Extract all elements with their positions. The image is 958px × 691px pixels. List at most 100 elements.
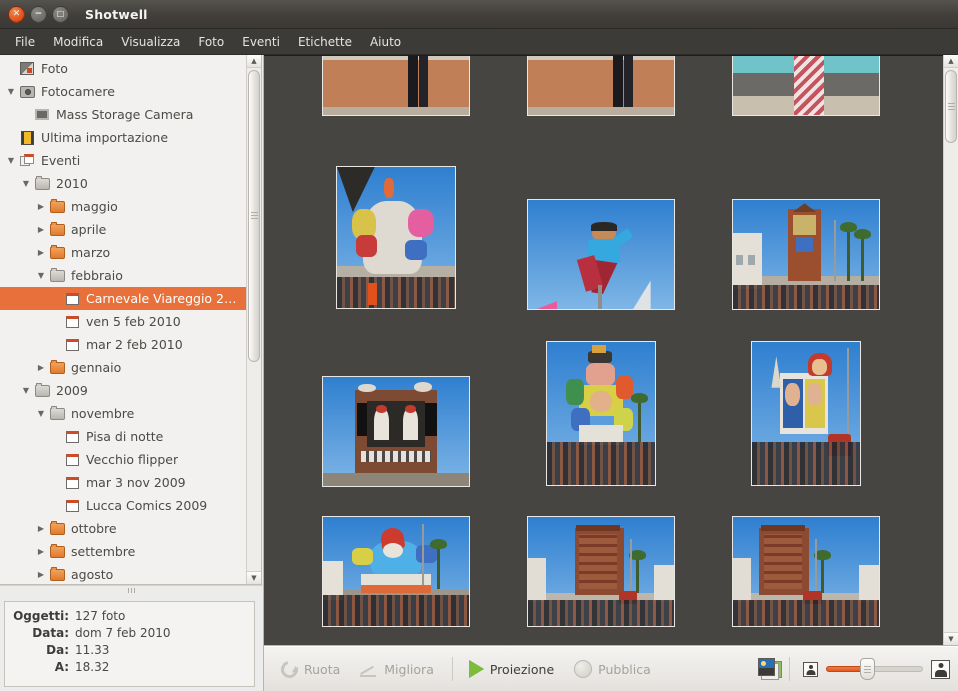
chevron-right-icon[interactable]: ▶	[34, 570, 48, 579]
rotate-icon	[278, 657, 301, 680]
photo-grid[interactable]	[264, 55, 943, 645]
sidebar-item-pisa-di-notte[interactable]: ▶Pisa di notte	[0, 425, 246, 448]
grid-scrollbar[interactable]: ▲ ▼	[943, 55, 958, 645]
chevron-down-icon[interactable]: ▼	[4, 156, 18, 165]
chevron-down-icon[interactable]: ▼	[19, 386, 33, 395]
title-bar: ✕ − □ Shotwell	[0, 0, 958, 29]
play-icon	[469, 660, 484, 678]
grid-scroll-thumb[interactable]	[945, 70, 957, 143]
menu-foto[interactable]: Foto	[189, 32, 233, 52]
thumb-row2-col2[interactable]	[751, 341, 861, 486]
sidebar-item-marzo[interactable]: ▶marzo	[0, 241, 246, 264]
sidebar-item-ven-5-feb-2010[interactable]: ▶ven 5 feb 2010	[0, 310, 246, 333]
event-icon	[63, 337, 81, 353]
scroll-up-icon[interactable]: ▲	[247, 55, 261, 68]
minimize-button[interactable]: −	[30, 6, 47, 23]
sidebar-item-2010[interactable]: ▼ 2010	[0, 172, 246, 195]
menu-etichette[interactable]: Etichette	[289, 32, 361, 52]
sidebar-item-label: Carnevale Viareggio 2010	[86, 291, 242, 306]
publish-button[interactable]: Pubblica	[565, 656, 660, 682]
sidebar-item-mar-2-feb-2010[interactable]: ▶mar 2 feb 2010	[0, 333, 246, 356]
rotate-button[interactable]: Ruota	[272, 657, 349, 682]
sidebar-item-lucca-comics-2009[interactable]: ▶Lucca Comics 2009	[0, 494, 246, 517]
scroll-down-icon[interactable]: ▼	[944, 632, 958, 645]
sidebar-item-mass-storage-camera[interactable]: ▶Mass Storage Camera	[0, 103, 246, 126]
folder-icon	[48, 567, 66, 583]
sidebar-item-maggio[interactable]: ▶maggio	[0, 195, 246, 218]
sidebar-item-eventi[interactable]: ▼Eventi	[0, 149, 246, 172]
chevron-down-icon[interactable]: ▼	[19, 179, 33, 188]
scroll-down-icon[interactable]: ▼	[247, 571, 261, 584]
chevron-right-icon[interactable]: ▶	[34, 202, 48, 211]
close-icon: ✕	[13, 10, 21, 19]
thumb-row1-col1[interactable]	[527, 199, 675, 310]
small-person-icon[interactable]	[803, 662, 818, 677]
slider-knob[interactable]	[860, 658, 875, 680]
menu-eventi[interactable]: Eventi	[233, 32, 289, 52]
maximize-button[interactable]: □	[52, 6, 69, 23]
sidebar-item-gennaio[interactable]: ▶gennaio	[0, 356, 246, 379]
thumb-row0-col1[interactable]	[527, 55, 675, 116]
chevron-down-icon[interactable]: ▼	[34, 409, 48, 418]
sidebar-item-fotocamere[interactable]: ▼Fotocamere	[0, 80, 246, 103]
scroll-up-icon[interactable]: ▲	[944, 55, 958, 68]
chevron-right-icon[interactable]: ▶	[34, 248, 48, 257]
folder-grey-icon	[33, 383, 51, 399]
chevron-down-icon[interactable]: ▼	[4, 87, 18, 96]
grid-scroll-track[interactable]	[944, 68, 958, 632]
menu-file[interactable]: File	[6, 32, 44, 52]
menu-aiuto[interactable]: Aiuto	[361, 32, 410, 52]
sidebar-item-carnevale-viareggio-2010[interactable]: ▶Carnevale Viareggio 2010	[0, 287, 246, 310]
chevron-right-icon[interactable]: ▶	[34, 363, 48, 372]
enhance-button[interactable]: Migliora	[351, 657, 443, 681]
thumb-row3-col2[interactable]	[732, 516, 880, 627]
sidebar-item-2009[interactable]: ▼ 2009	[0, 379, 246, 402]
large-person-icon[interactable]	[931, 660, 950, 679]
chevron-down-icon[interactable]: ▼	[34, 271, 48, 280]
thumb-row2-col0[interactable]	[322, 376, 470, 487]
sidebar-item-agosto[interactable]: ▶agosto	[0, 563, 246, 584]
window-controls: ✕ − □	[8, 6, 69, 23]
chevron-right-icon[interactable]: ▶	[34, 547, 48, 556]
sidebar-item-label: 2010	[56, 176, 88, 191]
rotate-label: Ruota	[304, 662, 340, 677]
sidebar-tree-wrapper: ▶Foto▼Fotocamere▶Mass Storage Camera▶Ult…	[0, 55, 262, 585]
thumb-row1-col2[interactable]	[732, 199, 880, 310]
sidebar-item-vecchio-flipper[interactable]: ▶Vecchio flipper	[0, 448, 246, 471]
photo-stack-icon[interactable]	[758, 658, 782, 680]
chevron-right-icon[interactable]: ▶	[34, 225, 48, 234]
sidebar-item-label: Mass Storage Camera	[56, 107, 193, 122]
enhance-icon	[360, 661, 378, 677]
sidebar-item-foto[interactable]: ▶Foto	[0, 57, 246, 80]
close-button[interactable]: ✕	[8, 6, 25, 23]
menu-modifica[interactable]: Modifica	[44, 32, 112, 52]
sidebar-item-ultima-importazione[interactable]: ▶Ultima importazione	[0, 126, 246, 149]
thumb-row3-col0[interactable]	[322, 516, 470, 627]
sidebar-item-label: 2009	[56, 383, 88, 398]
sidebar-item-febbraio[interactable]: ▼febbraio	[0, 264, 246, 287]
sidebar-item-aprile[interactable]: ▶aprile	[0, 218, 246, 241]
zoom-slider[interactable]	[826, 661, 923, 677]
sidebar-item-ottobre[interactable]: ▶ottobre	[0, 517, 246, 540]
sidebar-tree[interactable]: ▶Foto▼Fotocamere▶Mass Storage Camera▶Ult…	[0, 55, 246, 584]
thumb-row2-col1[interactable]	[546, 341, 656, 486]
folder-icon	[48, 245, 66, 261]
slideshow-button[interactable]: Proiezione	[460, 656, 563, 682]
folder-grey-icon	[33, 176, 51, 192]
sidebar-item-novembre[interactable]: ▼novembre	[0, 402, 246, 425]
sidebar-item-settembre[interactable]: ▶settembre	[0, 540, 246, 563]
sidebar-item-mar-3-nov-2009[interactable]: ▶mar 3 nov 2009	[0, 471, 246, 494]
sidebar-scrollbar[interactable]: ▲ ▼	[246, 55, 261, 584]
sidebar-hscrollbar[interactable]	[0, 585, 263, 595]
thumb-row3-col1[interactable]	[527, 516, 675, 627]
thumb-row0-col2[interactable]	[732, 55, 880, 116]
sidebar-scroll-track[interactable]	[247, 68, 261, 571]
menu-visualizza[interactable]: Visualizza	[112, 32, 189, 52]
info-value-da: 11.33	[75, 642, 109, 659]
thumb-row0-col0[interactable]	[322, 55, 470, 116]
info-panel: Oggetti: 127 foto Data: dom 7 feb 2010 D…	[0, 595, 263, 691]
thumb-row1-col0[interactable]	[336, 166, 456, 309]
sidebar-scroll-thumb[interactable]	[248, 70, 260, 362]
chevron-right-icon[interactable]: ▶	[34, 524, 48, 533]
info-value-data: dom 7 feb 2010	[75, 625, 171, 642]
